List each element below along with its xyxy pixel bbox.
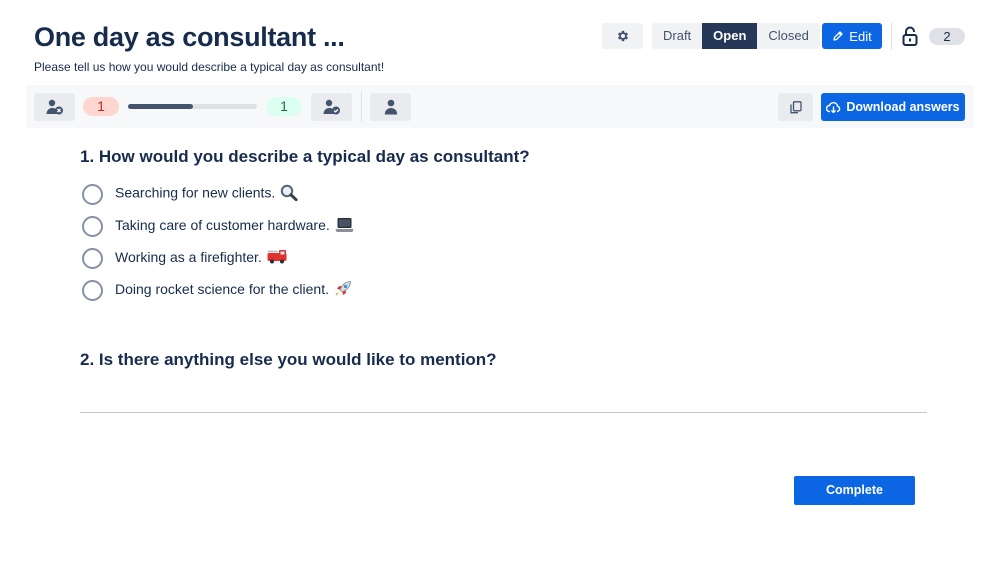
toolbar-divider [361,92,362,122]
option-customer-hardware[interactable]: Taking care of customer hardware. [82,215,354,237]
copy-icon [789,100,802,113]
radio-button[interactable] [82,279,103,301]
page-subtitle: Please tell us how you would describe a … [34,60,385,74]
option-text: Doing rocket science for the client. [115,280,329,297]
radio-button[interactable] [82,247,103,269]
complete-users-button[interactable] [311,93,352,121]
option-label: Working as a firefighter. [115,249,287,267]
edit-button[interactable]: Edit [822,23,882,49]
response-toolbar: 1 1 Download answers [26,85,974,128]
status-switcher: Draft Open Closed [652,23,820,49]
option-firefighter[interactable]: Working as a firefighter. [82,247,287,269]
header-divider [891,22,892,50]
status-draft-option[interactable]: Draft [652,23,702,49]
completion-progress-fill [128,104,193,109]
option-text: Searching for new clients. [115,184,276,201]
option-text: Working as a firefighter. [115,248,262,265]
download-answers-button[interactable]: Download answers [821,93,965,121]
download-answers-label: Download answers [846,100,960,114]
settings-button[interactable] [602,23,643,49]
option-label: Searching for new clients. [115,184,299,204]
unlocked-padlock-icon [902,26,918,46]
radio-button[interactable] [82,215,103,237]
completion-progress-bar [128,104,257,109]
user-check-icon [323,99,340,115]
answer-text-field[interactable] [80,384,927,411]
rocket-icon [334,280,352,301]
incomplete-count-badge: 1 [83,97,119,116]
user-remove-icon [46,99,63,115]
option-rocket-science[interactable]: Doing rocket science for the client. [82,279,352,301]
pencil-icon [833,31,843,41]
laptop-icon [335,217,354,236]
copy-button[interactable] [778,93,813,121]
complete-count-badge: 1 [266,97,302,116]
edit-button-label: Edit [849,28,872,44]
question-1-title: 1. How would you describe a typical day … [80,147,530,166]
option-searching-clients[interactable]: Searching for new clients. [82,183,299,205]
answer-field-underline [80,412,927,413]
option-label: Taking care of customer hardware. [115,217,354,236]
all-users-button[interactable] [370,93,411,121]
count-badge: 2 [929,28,965,45]
complete-button[interactable]: Complete [794,476,915,505]
incomplete-users-button[interactable] [34,93,75,121]
option-text: Taking care of customer hardware. [115,216,330,233]
page-title: One day as consultant ... [34,22,345,52]
cloud-download-icon [826,102,841,113]
option-label: Doing rocket science for the client. [115,280,352,301]
question-2-title: 2. Is there anything else you would like… [80,350,497,369]
user-icon [384,99,397,115]
status-open-option[interactable]: Open [702,23,758,49]
unlock-button[interactable] [901,25,919,47]
magnifying-glass-icon [280,184,299,204]
fire-engine-icon [267,249,287,267]
radio-button[interactable] [82,183,103,205]
gear-icon [617,30,628,42]
status-closed-option[interactable]: Closed [757,23,819,49]
